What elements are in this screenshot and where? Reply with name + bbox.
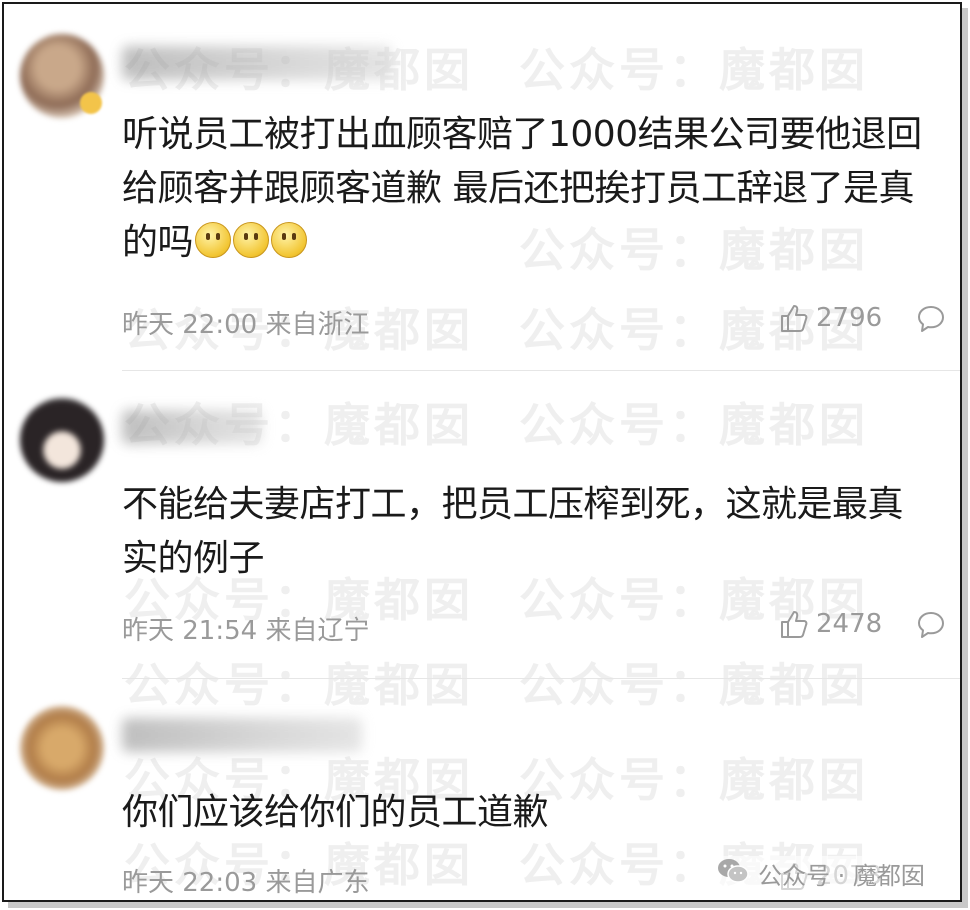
- comment-text-content: 不能给夫妻店打工，把员工压榨到死，这就是最真实的例子: [122, 484, 904, 579]
- like-button[interactable]: 2478: [778, 608, 882, 640]
- comment-text: 不能给夫妻店打工，把员工压榨到死，这就是最真实的例子: [122, 478, 930, 586]
- wechat-account-tag: 公众号 · 魔都囡: [716, 856, 925, 891]
- wechat-icon: [716, 857, 750, 891]
- comment-bubble-icon[interactable]: [916, 610, 946, 640]
- smile-emoji-icon: [195, 222, 232, 258]
- watermark: 公众号：魔都囡: [519, 43, 869, 97]
- wechat-tag-text: 公众号 · 魔都囡: [758, 862, 925, 890]
- thumb-up-icon: [778, 608, 810, 640]
- avatar[interactable]: [20, 398, 104, 482]
- like-button[interactable]: 2796: [778, 302, 882, 334]
- username-blurred[interactable]: [122, 46, 392, 80]
- thumb-up-icon: [778, 302, 810, 334]
- like-count: 2478: [816, 609, 883, 639]
- vip-badge-icon: [80, 92, 102, 114]
- comment-meta: 昨天 21:54 来自辽宁: [122, 616, 370, 646]
- watermark: 公众号：魔都囡: [519, 658, 869, 712]
- divider: [122, 678, 960, 679]
- comment-meta: 昨天 22:00 来自浙江: [122, 310, 370, 340]
- comment-text: 你们应该给你们的员工道歉: [122, 786, 930, 840]
- comment-text-content: 你们应该给你们的员工道歉: [122, 792, 549, 833]
- comment-panel: 公众号：魔都囡 公众号：魔都囡 公众号：魔都囡 公众号：魔都囡 公众号：魔都囡 …: [2, 2, 962, 902]
- comment-meta: 昨天 22:03 来自广东: [122, 868, 370, 898]
- smile-emoji-icon: [271, 222, 308, 258]
- username-blurred[interactable]: [122, 718, 362, 752]
- avatar[interactable]: [20, 706, 104, 790]
- username-blurred[interactable]: [122, 410, 262, 444]
- watermark: 公众号：魔都囡: [124, 658, 474, 712]
- smile-emoji-icon: [233, 222, 270, 258]
- like-count: 2796: [816, 303, 883, 333]
- watermark: 公众号：魔都囡: [519, 398, 869, 452]
- divider: [122, 370, 960, 371]
- comment-bubble-icon[interactable]: [916, 304, 946, 334]
- comment-text: 听说员工被打出血顾客赔了1000结果公司要他退回给顾客并跟顾客道歉 最后还把挨打…: [122, 108, 930, 270]
